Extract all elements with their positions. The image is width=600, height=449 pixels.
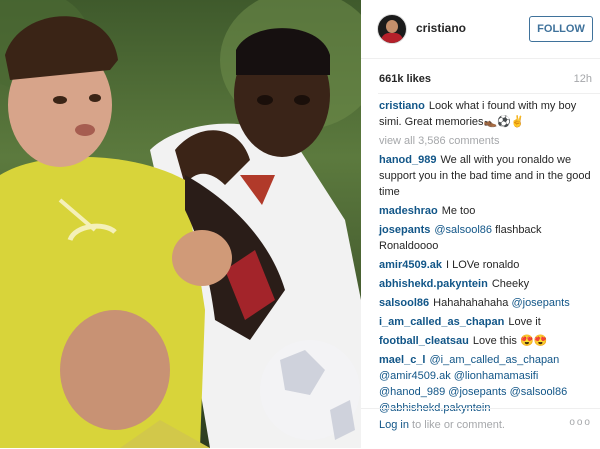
login-prompt-text: to like or comment. xyxy=(412,419,505,431)
avatar-shirt xyxy=(381,33,403,43)
caption-username[interactable]: cristiano xyxy=(379,100,425,112)
post-footer: Log in to like or comment. ooo xyxy=(361,408,600,449)
post-photo[interactable] xyxy=(0,0,361,448)
football-photo-illustration xyxy=(0,0,361,448)
list-item: amir4509.ak I LOVe ronaldo xyxy=(379,257,591,273)
list-item: abhishekd.pakyntein Cheeky xyxy=(379,276,591,292)
view-all-comments-link[interactable]: view all 3,586 comments xyxy=(379,133,591,149)
caption: cristiano Look what i found with my boy s… xyxy=(379,98,591,130)
comment-mention[interactable]: @salsool86 xyxy=(434,224,492,236)
comment-username[interactable]: josepants xyxy=(379,224,430,236)
follow-button[interactable]: FOLLOW xyxy=(529,16,593,42)
list-item: hanod_989 We all with you ronaldo we supp… xyxy=(379,152,591,200)
comment-username[interactable]: i_am_called_as_chapan xyxy=(379,316,504,328)
list-item: football_cleatsau Love this 😍😍 xyxy=(379,333,591,349)
divider xyxy=(378,93,600,94)
comment-text: Me too xyxy=(441,205,476,217)
post-username[interactable]: cristiano xyxy=(416,21,466,35)
comment-text: Hahahahahaha xyxy=(433,297,509,309)
comment-text: Love this 😍😍 xyxy=(472,335,548,347)
comment-username[interactable]: hanod_989 xyxy=(379,154,436,166)
login-prompt: Log in to like or comment. xyxy=(379,419,505,431)
comment-username[interactable]: amir4509.ak xyxy=(379,259,442,271)
likes-count[interactable]: 661k likes xyxy=(379,73,431,85)
avatar-face xyxy=(386,20,398,33)
list-item: salsool86 Hahahahahaha @josepants xyxy=(379,295,591,311)
comments-list: cristiano Look what i found with my boy s… xyxy=(379,98,591,419)
more-options-icon[interactable]: ooo xyxy=(569,417,592,428)
comment-username[interactable]: football_cleatsau xyxy=(379,335,469,347)
list-item: mael_c_l @i_am_called_as_chapan @amir4509… xyxy=(379,352,591,416)
comment-text: Love it xyxy=(508,316,541,328)
avatar[interactable] xyxy=(377,14,407,44)
comment-mention[interactable]: @josepants xyxy=(511,297,569,309)
comment-username[interactable]: madeshrao xyxy=(379,205,438,217)
comment-text: I LOVe ronaldo xyxy=(446,259,520,271)
post-timestamp[interactable]: 12h xyxy=(574,73,592,85)
comment-text: Cheeky xyxy=(491,278,530,290)
post-sidebar: cristiano FOLLOW 661k likes 12h cristian… xyxy=(361,0,600,448)
login-link[interactable]: Log in xyxy=(379,419,409,431)
list-item: madeshrao Me too xyxy=(379,203,591,219)
list-item: josepants @salsool86 flashback Ronaldoooo xyxy=(379,222,591,254)
post-header: cristiano FOLLOW xyxy=(361,0,600,59)
instagram-post: cristiano FOLLOW 661k likes 12h cristian… xyxy=(0,0,600,448)
list-item: i_am_called_as_chapan Love it xyxy=(379,314,591,330)
comment-username[interactable]: mael_c_l xyxy=(379,354,425,366)
comment-username[interactable]: abhishekd.pakyntein xyxy=(379,278,488,290)
comment-username[interactable]: salsool86 xyxy=(379,297,429,309)
